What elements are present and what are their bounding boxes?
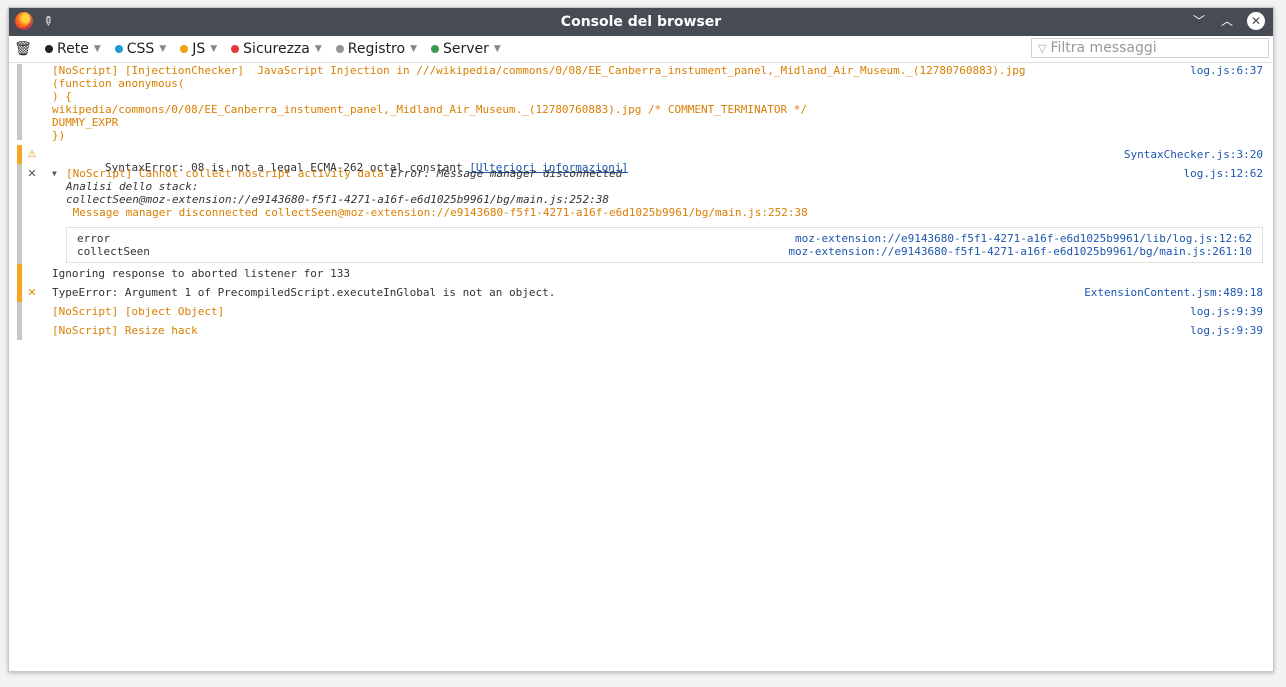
filter-server-button[interactable]: Server ▼ bbox=[431, 41, 501, 57]
stack-source-link[interactable]: moz-extension://e9143680-f5f1-4271-a16f-… bbox=[795, 232, 1252, 245]
source-location-link[interactable]: log.js:9:39 bbox=[1190, 324, 1263, 337]
chevron-down-icon: ▼ bbox=[93, 44, 101, 54]
message-text: [NoScript] Cannot collect noscript activ… bbox=[66, 167, 391, 180]
close-icon[interactable]: ✕ bbox=[1247, 12, 1265, 30]
css-dot-icon bbox=[114, 45, 123, 53]
filter-label: Rete bbox=[57, 41, 89, 57]
message-text: TypeError: Argument 1 of PrecompiledScri… bbox=[52, 286, 556, 299]
message-text: wikipedia/commons/0/08/EE_Canberra_instu… bbox=[52, 103, 807, 116]
security-dot-icon bbox=[231, 45, 240, 53]
console-message-warning: Ignoring response to aborted listener fo… bbox=[9, 264, 1273, 283]
source-location-link[interactable]: SyntaxChecker.js:3:20 bbox=[1124, 148, 1263, 161]
server-dot-icon bbox=[431, 45, 439, 53]
maximize-icon[interactable]: ︿ bbox=[1219, 13, 1235, 29]
console-toolbar: 🗑 Rete ▼ CSS ▼ JS ▼ Sicurezza ▼ Registro… bbox=[9, 36, 1273, 63]
filter-label: JS bbox=[192, 41, 206, 57]
minimize-icon[interactable]: ﹀ bbox=[1191, 13, 1207, 29]
filter-js-button[interactable]: JS ▼ bbox=[180, 41, 217, 57]
filter-messages-box: ▽ bbox=[1031, 38, 1269, 58]
console-message-warning: ⚠ SyntaxError: 08 is not a legal ECMA-26… bbox=[9, 145, 1273, 174]
stacktrace-table: error moz-extension://e9143680-f5f1-4271… bbox=[66, 227, 1263, 263]
error-x-icon: ✕ bbox=[27, 167, 37, 180]
window-title: Console del browser bbox=[560, 14, 722, 30]
console-output[interactable]: [NoScript] [InjectionChecker] JavaScript… bbox=[9, 64, 1273, 671]
chevron-down-icon: ▼ bbox=[410, 44, 417, 54]
filter-css-button[interactable]: CSS ▼ bbox=[114, 41, 167, 57]
stack-row: error moz-extension://e9143680-f5f1-4271… bbox=[77, 232, 1252, 245]
filter-label: Registro bbox=[347, 41, 406, 57]
filter-sicurezza-button[interactable]: Sicurezza ▼ bbox=[231, 41, 322, 57]
js-dot-icon bbox=[180, 45, 189, 53]
expand-triangle-icon[interactable]: ▼ bbox=[52, 167, 57, 180]
message-text: ) { bbox=[52, 90, 72, 103]
filter-label: Server bbox=[443, 41, 489, 57]
message-text: [NoScript] [object Object] bbox=[52, 305, 225, 318]
network-dot-icon bbox=[45, 45, 53, 53]
source-location-link[interactable]: log.js:9:39 bbox=[1190, 305, 1263, 318]
warning-icon: ⚠ bbox=[27, 149, 37, 160]
stack-line: collectSeen@moz-extension://e9143680-f5f… bbox=[66, 193, 610, 206]
source-location-link[interactable]: log.js:12:62 bbox=[1184, 167, 1263, 180]
chevron-down-icon: ▼ bbox=[493, 44, 501, 54]
chevron-down-icon: ▼ bbox=[210, 44, 218, 54]
stack-function: error bbox=[77, 232, 111, 245]
source-location-link[interactable]: log.js:6:37 bbox=[1190, 64, 1263, 77]
message-text: [NoScript] Resize hack bbox=[52, 324, 198, 337]
stack-row: collectSeen moz-extension://e9143680-f5f… bbox=[77, 245, 1252, 258]
stack-source-link[interactable]: moz-extension://e9143680-f5f1-4271-a16f-… bbox=[788, 245, 1252, 258]
message-text: }) bbox=[52, 129, 66, 142]
console-message: [NoScript] [object Object] log.js:9:39 bbox=[9, 302, 1273, 321]
filter-label: CSS bbox=[126, 41, 155, 57]
stack-function: collectSeen bbox=[77, 245, 150, 258]
browser-console-window: ✎ Console del browser ﹀ ︿ ✕ 🗑 Rete ▼ CSS… bbox=[8, 7, 1274, 672]
stack-header: Analisi dello stack: bbox=[66, 180, 199, 193]
chevron-down-icon: ▼ bbox=[159, 44, 167, 54]
chevron-down-icon: ▼ bbox=[314, 44, 322, 54]
console-message: [NoScript] Resize hack log.js:9:39 bbox=[9, 321, 1273, 340]
source-location-link[interactable]: ExtensionContent.jsm:489:18 bbox=[1084, 286, 1263, 299]
filter-rete-button[interactable]: Rete ▼ bbox=[45, 41, 101, 57]
console-message-error: ✕ TypeError: Argument 1 of PrecompiledSc… bbox=[9, 283, 1273, 302]
message-text: Ignoring response to aborted listener fo… bbox=[52, 267, 351, 280]
funnel-icon: ▽ bbox=[1038, 41, 1047, 55]
message-text: DUMMY_EXPR bbox=[52, 116, 119, 129]
filter-messages-input[interactable] bbox=[1050, 40, 1251, 56]
message-text: [NoScript] [InjectionChecker] JavaScript… bbox=[52, 64, 1026, 77]
logging-dot-icon bbox=[335, 45, 344, 53]
filter-registro-button[interactable]: Registro ▼ bbox=[335, 41, 417, 57]
error-text: Error: Message manager disconnected bbox=[390, 167, 623, 180]
clear-console-trash-icon[interactable]: 🗑 bbox=[9, 41, 37, 57]
filter-label: Sicurezza bbox=[243, 41, 310, 57]
title-bar: ✎ Console del browser ﹀ ︿ ✕ bbox=[9, 8, 1273, 36]
console-message-error: ✕ ▼ [NoScript] Cannot collect noscript a… bbox=[9, 164, 1273, 264]
message-text: (function anonymous( bbox=[52, 77, 185, 90]
console-message: [NoScript] [InjectionChecker] JavaScript… bbox=[9, 64, 1273, 142]
error-x-icon: ✕ bbox=[27, 286, 37, 299]
message-line: Message manager disconnected collectSeen… bbox=[66, 206, 808, 219]
